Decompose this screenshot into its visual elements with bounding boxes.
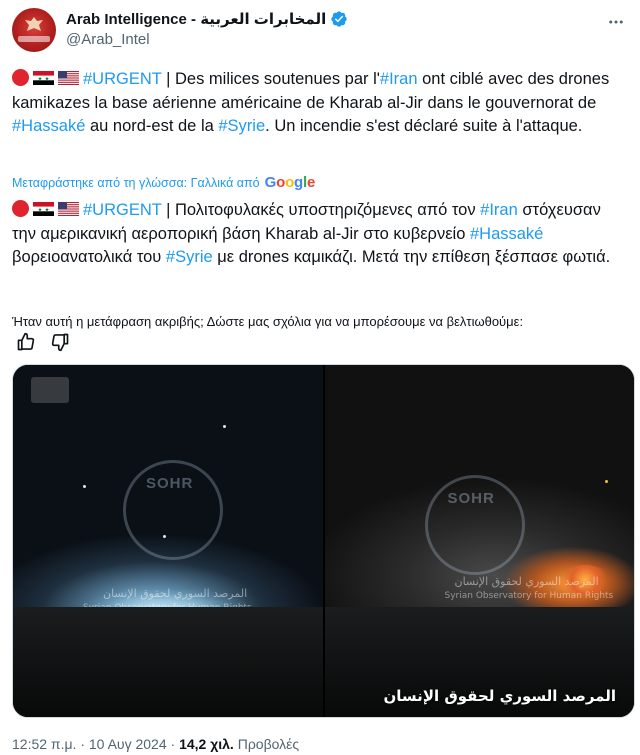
syria-flag-icon — [33, 71, 54, 85]
text-segment: βορειοανατολικά του — [12, 248, 166, 266]
more-horizontal-icon — [609, 20, 623, 24]
translation-label: Μεταφράστηκε από τη γλώσσα: Γαλλικά από — [12, 175, 260, 190]
watermark-arabic: المرصد السوري لحقوق الإنسان — [103, 587, 248, 600]
video-caption-arabic: المرصد السوري لحقوق الإنسان — [383, 687, 616, 705]
text-segment: | Des milices soutenues par l' — [161, 70, 380, 88]
hashtag-iran[interactable]: #Iran — [380, 70, 418, 88]
views-count: 14,2 χιλ. — [179, 736, 234, 752]
user-handle[interactable]: @Arab_Intel — [66, 31, 150, 48]
hashtag-hassake[interactable]: #Hassaké — [12, 117, 85, 135]
tweet-text-original: #URGENT | Des milices soutenues par l'#I… — [12, 68, 622, 139]
red-circle-icon — [12, 69, 29, 86]
hashtag-urgent[interactable]: #URGENT — [83, 70, 162, 88]
us-flag-icon — [58, 202, 79, 216]
light-point — [223, 425, 226, 428]
tweet-header: Arab Intelligence - المخابرات العربية @A… — [12, 8, 628, 52]
watermark-english: Syrian Observatory for Human Rights — [444, 591, 614, 601]
translation-notice[interactable]: Μεταφράστηκε από τη γλώσσα: Γαλλικά από … — [12, 174, 315, 191]
us-flag-icon — [58, 71, 79, 85]
translation-feedback-question: Ήταν αυτή η μετάφραση ακριβής; Δώστε μας… — [12, 314, 524, 329]
text-segment: . Un incendie s'est déclaré suite à l'at… — [265, 117, 583, 135]
media-image-right[interactable]: SOHR المرصد السوري لحقوق الإنسان Syrian … — [324, 365, 634, 717]
text-segment: με drones καμικάζι. Μετά την επίθεση ξέσ… — [212, 248, 611, 266]
text-segment: | Πολιτοφυλακές υποστηριζόμενες από τον — [161, 201, 481, 219]
post-time[interactable]: 12:52 π.μ. — [12, 736, 76, 752]
text-segment: au nord-est de la — [85, 117, 219, 135]
red-circle-icon — [12, 200, 29, 217]
ground — [13, 607, 323, 717]
post-date[interactable]: 10 Αυγ 2024 — [89, 736, 167, 752]
light-point — [83, 485, 86, 488]
meta-separator: · — [76, 736, 89, 752]
sohr-watermark: SOHR — [447, 490, 495, 507]
meta-separator: · — [166, 736, 180, 752]
name-row[interactable]: Arab Intelligence - المخابرات العربية — [66, 10, 348, 28]
syria-flag-icon — [33, 202, 54, 216]
views-label: Προβολές — [233, 736, 300, 752]
sohr-watermark: SOHR — [146, 475, 194, 492]
media-image-left[interactable]: SOHR المرصد السوري لحقوق الإنسان Syrian … — [13, 365, 323, 717]
avatar[interactable] — [12, 8, 56, 52]
hashtag-hassake[interactable]: #Hassaké — [470, 225, 543, 243]
hashtag-syrie[interactable]: #Syrie — [166, 248, 213, 266]
thumbs-down-icon[interactable] — [50, 332, 70, 352]
display-name[interactable]: Arab Intelligence - المخابرات العربية — [66, 10, 326, 28]
tweet-text-translated: #URGENT | Πολιτοφυλακές υποστηριζόμενες … — [12, 199, 622, 270]
verified-badge-icon — [331, 11, 347, 27]
channel-logo — [31, 377, 69, 403]
hashtag-iran[interactable]: #Iran — [480, 201, 518, 219]
feedback-buttons — [16, 332, 70, 352]
light-point — [604, 480, 608, 483]
watermark-arabic: المرصد السوري لحقوق الإنسان — [454, 575, 599, 588]
eagle-emblem-icon — [25, 17, 43, 31]
tweet-meta: 12:52 π.μ. · 10 Αυγ 2024 · 14,2 χιλ. Προ… — [12, 736, 299, 752]
more-options-button[interactable] — [606, 12, 626, 32]
hashtag-syrie[interactable]: #Syrie — [218, 117, 265, 135]
avatar-caption — [18, 36, 50, 42]
thumbs-up-icon[interactable] — [16, 332, 36, 352]
google-logo: Google — [264, 174, 316, 191]
hashtag-urgent[interactable]: #URGENT — [83, 201, 162, 219]
media-grid: SOHR المرصد السوري لحقوق الإنسان Syrian … — [12, 364, 635, 718]
